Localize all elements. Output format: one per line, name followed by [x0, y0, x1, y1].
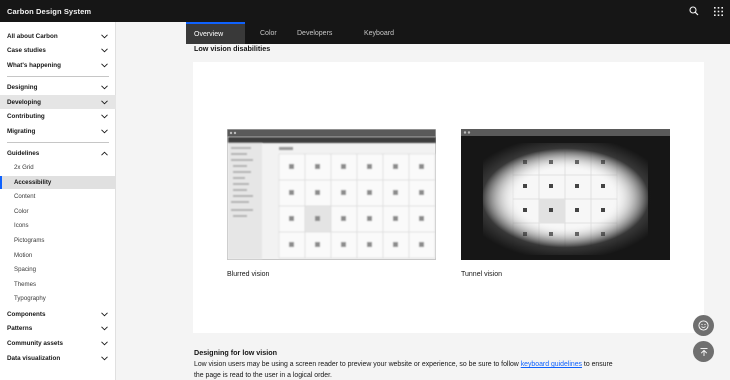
page-tabs: Overview Color Developers Keyboard — [186, 22, 730, 44]
back-to-top-icon — [700, 347, 707, 356]
nav-item-label: All about Carbon — [7, 32, 58, 40]
nav-item-developing[interactable]: Developing — [0, 95, 116, 109]
sidebar-item-spacing[interactable]: Spacing — [0, 263, 116, 276]
chevron-down-icon — [101, 340, 108, 345]
nav-item-label: Patterns — [7, 324, 33, 332]
chevron-down-icon — [101, 62, 108, 67]
nav-item-designing[interactable]: Designing — [0, 80, 116, 94]
nav-item-all-about-carbon[interactable]: All about Carbon — [0, 29, 116, 43]
sidebar-item-motion[interactable]: Motion — [0, 249, 116, 262]
nav-item-label: Data visualization — [7, 354, 61, 362]
tunnel-vision-illustration — [461, 129, 670, 265]
nav-item-label: Components — [7, 310, 46, 318]
chevron-down-icon — [101, 128, 108, 133]
back-to-top-button[interactable] — [693, 341, 714, 362]
nav-item-label: Contributing — [7, 112, 45, 120]
feedback-button[interactable] — [693, 315, 714, 336]
tab-keyboard[interactable]: Keyboard — [351, 22, 411, 44]
chevron-down-icon — [101, 84, 108, 89]
sidebar-item-content[interactable]: Content — [0, 190, 116, 203]
illustration-panel: Blurred vision Tunnel vision — [193, 62, 704, 333]
figure-caption-blurred: Blurred vision — [227, 271, 270, 278]
nav-item-label: Community assets — [7, 339, 63, 347]
side-nav: All about Carbon Case studies What's hap… — [0, 22, 116, 380]
body-paragraph: Low vision users may be using a screen r… — [194, 359, 614, 380]
sidebar-item-color[interactable]: Color — [0, 205, 116, 218]
sidebar-item-icons[interactable]: Icons — [0, 219, 116, 232]
nav-item-label: What's happening — [7, 61, 61, 69]
nav-item-case-studies[interactable]: Case studies — [0, 43, 116, 57]
search-icon — [689, 6, 699, 16]
feedback-icon — [698, 320, 709, 331]
nav-item-label: Migrating — [7, 127, 36, 135]
nav-item-guidelines[interactable]: Guidelines — [0, 146, 116, 160]
chevron-down-icon — [101, 33, 108, 38]
chevron-down-icon — [101, 311, 108, 316]
nav-item-community-assets[interactable]: Community assets — [0, 336, 116, 350]
nav-item-label: Case studies — [7, 46, 46, 54]
sidebar-item-accessibility[interactable]: Accessibility — [0, 176, 116, 189]
chevron-down-icon — [101, 47, 108, 52]
global-header: Carbon Design System — [0, 0, 730, 22]
chevron-up-icon — [101, 151, 108, 156]
brand-name[interactable]: Carbon Design System — [0, 7, 91, 16]
nav-item-data-visualization[interactable]: Data visualization — [0, 351, 116, 365]
app-switcher-button[interactable] — [706, 0, 730, 22]
tab-overview[interactable]: Overview — [186, 22, 245, 44]
sidebar-item-themes[interactable]: Themes — [0, 278, 116, 291]
sidebar-item-typography[interactable]: Typography — [0, 292, 116, 305]
nav-item-migrating[interactable]: Migrating — [0, 124, 116, 138]
nav-divider — [7, 142, 109, 143]
keyboard-guidelines-link[interactable]: keyboard guidelines — [521, 361, 582, 368]
nav-item-components[interactable]: Components — [0, 307, 116, 321]
nav-item-label: Designing — [7, 83, 38, 91]
chevron-down-icon — [101, 113, 108, 118]
figure-caption-tunnel: Tunnel vision — [461, 271, 502, 278]
chevron-down-icon — [101, 355, 108, 360]
nav-item-label: Developing — [7, 98, 41, 106]
sidebar-item-2x-grid[interactable]: 2x Grid — [0, 161, 116, 174]
paragraph-text: Low vision users may be using a screen r… — [194, 361, 521, 368]
nav-item-whats-happening[interactable]: What's happening — [0, 58, 116, 72]
nav-item-label: Guidelines — [7, 149, 40, 157]
tab-color[interactable]: Color — [245, 22, 284, 44]
nav-item-contributing[interactable]: Contributing — [0, 109, 116, 123]
search-button[interactable] — [682, 0, 706, 22]
tab-developers[interactable]: Developers — [284, 22, 351, 44]
chevron-down-icon — [101, 99, 108, 104]
nav-divider — [7, 76, 109, 77]
nav-item-patterns[interactable]: Patterns — [0, 321, 116, 335]
section-title: Low vision disabilities — [194, 44, 271, 53]
app-switcher-icon — [713, 6, 723, 16]
chevron-down-icon — [101, 325, 108, 330]
main-content: Low vision disabilities Blurred vision T… — [116, 44, 730, 380]
sidebar-item-pictograms[interactable]: Pictograms — [0, 234, 116, 247]
section-title-low-vision: Designing for low vision — [194, 348, 278, 357]
blurred-vision-illustration — [227, 129, 436, 265]
header-actions — [682, 0, 730, 22]
